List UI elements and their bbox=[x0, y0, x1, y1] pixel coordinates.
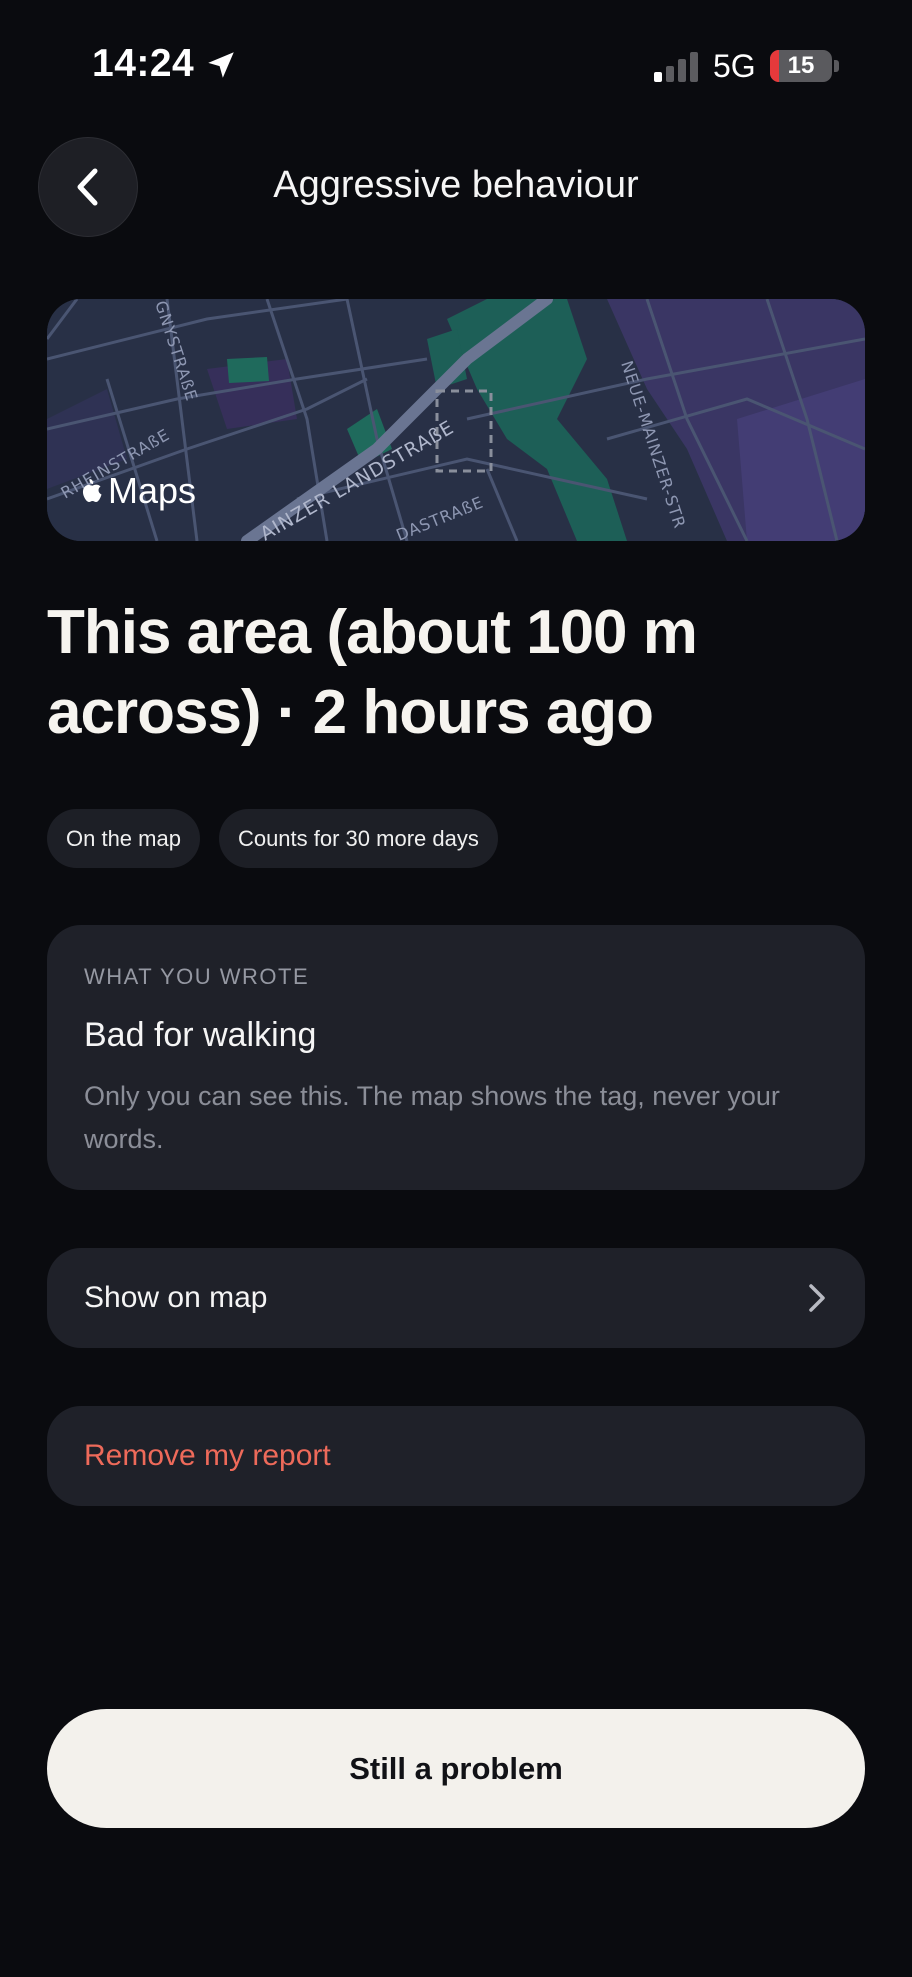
show-on-map-button[interactable]: Show on map bbox=[47, 1248, 865, 1348]
status-chips: On the map Counts for 30 more days bbox=[47, 809, 498, 868]
chevron-right-icon bbox=[809, 1284, 825, 1312]
map-preview[interactable]: RHEINSTRAßE GNYSTRAßE AINZER LANDSTRAßE … bbox=[47, 299, 865, 541]
apple-logo-icon bbox=[82, 479, 102, 502]
chip-on-map: On the map bbox=[47, 809, 200, 868]
cellular-signal-icon bbox=[654, 52, 698, 82]
maps-label: Maps bbox=[108, 470, 197, 511]
remove-report-label: Remove my report bbox=[84, 1439, 331, 1472]
status-time: 14:24 bbox=[92, 42, 195, 85]
battery-nub bbox=[834, 60, 839, 72]
show-on-map-label: Show on map bbox=[84, 1281, 268, 1314]
report-headline: This area (about 100 m across) · 2 hours… bbox=[47, 598, 698, 747]
note-label: WHAT YOU WROTE bbox=[84, 964, 310, 989]
maps-attribution: Maps bbox=[80, 470, 196, 512]
note-text: Bad for walking bbox=[84, 1016, 317, 1054]
still-a-problem-button[interactable]: Still a problem bbox=[47, 1709, 865, 1828]
network-label: 5G bbox=[713, 48, 756, 84]
page-title: Aggressive behaviour bbox=[273, 164, 639, 206]
location-arrow-icon bbox=[208, 52, 234, 78]
remove-report-button[interactable]: Remove my report bbox=[47, 1406, 865, 1506]
battery-level: 15 bbox=[787, 52, 815, 79]
note-card: WHAT YOU WROTE Bad for walking Only you … bbox=[47, 925, 865, 1190]
chip-counts-days: Counts for 30 more days bbox=[218, 809, 498, 868]
note-hint: Only you can see this. The map shows the… bbox=[84, 1081, 780, 1154]
battery-icon: 15 bbox=[770, 50, 832, 82]
status-bar: 14:24 5G 15 bbox=[0, 0, 912, 130]
still-a-problem-label: Still a problem bbox=[349, 1750, 563, 1786]
